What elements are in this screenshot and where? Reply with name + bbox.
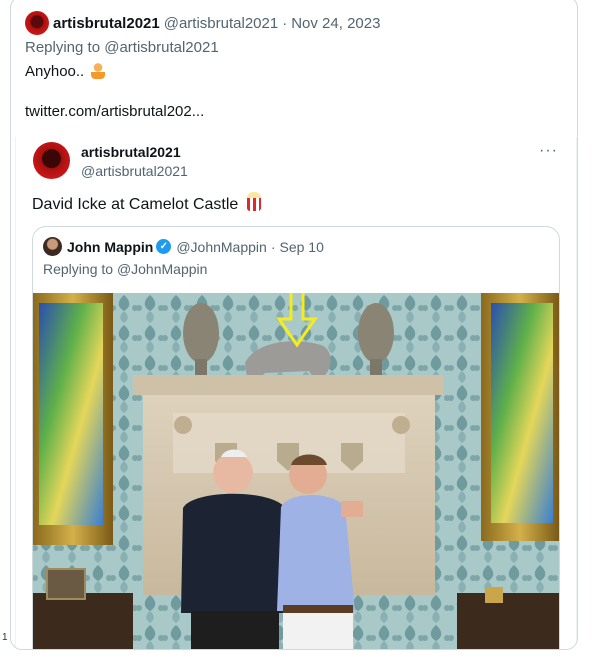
mantel-top xyxy=(133,375,443,395)
quoted-text-content: David Icke at Camelot Castle xyxy=(32,196,239,213)
popcorn-icon xyxy=(246,192,261,211)
nested-replying-handle-link[interactable]: @JohnMappin xyxy=(117,261,208,277)
quoted-handle[interactable]: @artisbrutal2021 xyxy=(81,163,188,179)
user-handle[interactable]: @artisbrutal2021 xyxy=(164,15,278,32)
left-painting xyxy=(39,303,103,525)
tweet-text-content: Anyhoo.. xyxy=(25,63,85,80)
tweet-header: artisbrutal2021 @artisbrutal2021 · Nov 2… xyxy=(25,11,380,35)
verified-badge-icon: ✓ xyxy=(156,239,172,254)
tweet-date[interactable]: Nov 24, 2023 xyxy=(291,15,380,32)
pinecone-finial-right xyxy=(358,303,394,363)
tweet-photo[interactable] xyxy=(33,293,559,650)
left-sideboard xyxy=(33,593,133,649)
right-sideboard xyxy=(457,593,559,649)
tweet-text: Anyhoo.. xyxy=(25,63,106,80)
replying-handle-link[interactable]: @artisbrutal2021 xyxy=(104,39,218,56)
man-left-head xyxy=(213,453,253,493)
quoted-display-name[interactable]: artisbrutal2021 xyxy=(81,144,181,160)
nested-quote-card[interactable]: John Mappin ✓ @JohnMappin · Sep 10 Reply… xyxy=(32,226,560,650)
replying-to: Replying to @artisbrutal2021 xyxy=(25,39,219,56)
nested-display-name[interactable]: John Mappin xyxy=(67,239,153,255)
pinecone-finial-left xyxy=(183,303,219,363)
page-number: 1 xyxy=(2,632,8,643)
nested-replying-to: Replying to @JohnMappin xyxy=(43,261,207,277)
tweet-link[interactable]: twitter.com/artisbrutal202... xyxy=(25,103,204,120)
replying-prefix: Replying to xyxy=(25,39,105,56)
separator-dot: · xyxy=(282,14,288,32)
avatar[interactable] xyxy=(25,11,49,35)
nested-date[interactable]: Sep 10 xyxy=(280,239,324,255)
tweet-card[interactable]: artisbrutal2021 @artisbrutal2021 · Nov 2… xyxy=(10,0,578,650)
nested-quote-header: John Mappin ✓ @JohnMappin · Sep 10 xyxy=(43,237,324,256)
quoted-avatar[interactable] xyxy=(33,142,70,179)
nested-replying-prefix: Replying to xyxy=(43,261,117,277)
right-painting xyxy=(491,303,553,523)
man-left-shirt xyxy=(181,493,287,613)
nested-avatar[interactable] xyxy=(43,237,62,256)
quoted-tweet-card[interactable]: artisbrutal2021 @artisbrutal2021 ··· Dav… xyxy=(15,137,577,650)
nested-separator: · xyxy=(270,238,276,255)
display-name[interactable]: artisbrutal2021 xyxy=(53,15,160,32)
more-options-icon[interactable]: ··· xyxy=(539,142,558,160)
quoted-text: David Icke at Camelot Castle xyxy=(32,192,261,214)
person-gesturing-emoji-icon xyxy=(91,63,106,79)
nested-handle[interactable]: @JohnMappin xyxy=(176,239,267,255)
